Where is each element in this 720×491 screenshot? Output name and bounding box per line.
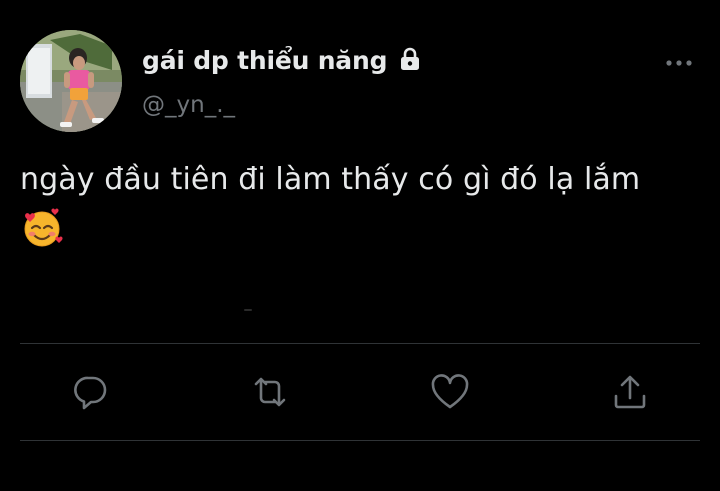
divider-bottom [20,440,700,441]
tweet-card: gái dp thiểu năng @_yn_._ ngày đầu tiên … [0,0,720,491]
avatar[interactable] [20,30,122,132]
like-button[interactable] [428,370,472,414]
retweet-icon [254,377,286,407]
display-name[interactable]: gái dp thiểu năng [142,46,387,75]
user-handle[interactable]: @_yn_._ [142,92,235,118]
retweet-button[interactable] [248,370,292,414]
heart-icon [431,374,469,409]
faint-mark [244,309,252,311]
lock-icon [397,46,423,72]
tweet-actions [0,370,720,414]
share-icon [614,375,646,409]
smiling-face-with-hearts-icon [20,206,64,263]
share-button[interactable] [608,370,652,414]
display-name-row: gái dp thiểu năng [142,44,423,76]
avatar-photo [20,30,122,132]
divider-top [20,343,700,344]
more-dots-icon [666,60,692,66]
tweet-text-container: ngày đầu tiên đi làm thấy có gì đó lạ lắ… [20,158,705,263]
more-options-button[interactable] [662,52,696,74]
tweet-text: ngày đầu tiên đi làm thấy có gì đó lạ lắ… [20,162,641,197]
reply-icon [74,376,107,410]
reply-button[interactable] [68,370,112,414]
